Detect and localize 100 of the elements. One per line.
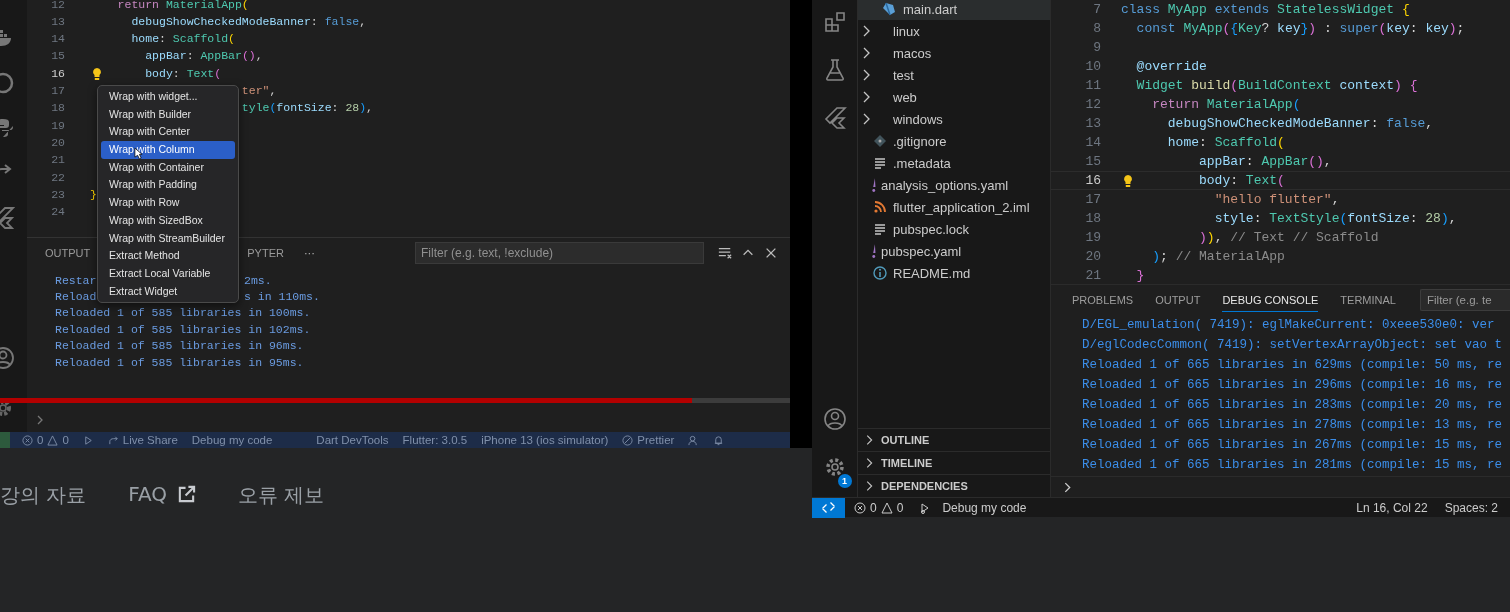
file-tree-item[interactable]: main.dart — [858, 0, 1050, 20]
menu-item[interactable]: Extract Widget — [101, 282, 235, 301]
file-tree-item[interactable]: web — [858, 86, 1050, 108]
device-selector[interactable]: iPhone 13 (ios simulator) — [481, 434, 609, 446]
live-share-button[interactable]: Live Share — [107, 434, 178, 446]
code-line: "hello flutter", — [1214, 192, 1340, 207]
line-number: 12 — [1084, 97, 1101, 112]
error-icon[interactable] — [854, 501, 866, 514]
chevron-right-icon — [35, 415, 45, 425]
output-line: Reloaded 1 of 665 libraries in 283ms (compile: 20 ms, re — [1082, 397, 1504, 414]
menu-item[interactable]: Wrap with Padding — [101, 176, 235, 195]
output-line: s in 110ms. — [244, 290, 320, 304]
file-tree-item[interactable]: windows — [858, 108, 1050, 130]
output-line: 2ms. — [244, 273, 272, 287]
menu-item[interactable]: Wrap with SizedBox — [101, 211, 235, 230]
external-link-icon[interactable] — [177, 485, 197, 504]
chevron-logo-icon[interactable] — [822, 106, 847, 130]
extensions-icon[interactable] — [822, 10, 847, 34]
line-number: 17 — [50, 84, 65, 98]
bell-icon[interactable] — [713, 434, 725, 446]
line-number: 21 — [1084, 268, 1101, 283]
line-number: 8 — [1092, 21, 1101, 36]
output-line: Reloaded 1 of 665 libraries in 281ms (compile: 15 ms, re — [1082, 457, 1504, 474]
panel-tab[interactable]: OUTPUT — [1155, 288, 1201, 312]
file-tree-item[interactable]: pubspec.yaml — [858, 240, 1050, 262]
rss-icon — [872, 199, 888, 215]
more-button[interactable]: ··· — [303, 247, 315, 259]
code-line: )), // Text // Scaffold — [1199, 230, 1379, 245]
menu-item[interactable]: Wrap with Column — [101, 141, 235, 159]
devtools-button[interactable]: Dart DevTools — [316, 434, 389, 446]
lightbulb-icon[interactable] — [91, 66, 103, 81]
panel-tab[interactable]: DEBUG CONSOLE — [1222, 288, 1319, 312]
file-icon — [881, 1, 897, 17]
panel-tab[interactable]: OUTPUT — [45, 247, 91, 259]
indentation-setting[interactable]: Spaces: 2 — [1444, 500, 1498, 515]
section-header[interactable]: OUTLINE — [858, 428, 1050, 451]
section-header[interactable]: TIMELINE — [858, 451, 1050, 474]
link[interactable]: FAQ — [128, 482, 168, 506]
menu-item[interactable]: Wrap with Builder — [101, 105, 235, 124]
code-line: class MyApp extends StatelessWidget { — [1121, 2, 1410, 17]
feedback-icon[interactable] — [688, 434, 700, 446]
prohibited-icon — [622, 434, 634, 446]
file-tree-item[interactable]: macos — [858, 42, 1050, 64]
warning-count[interactable]: 0 — [896, 500, 904, 515]
menu-item[interactable]: Wrap with widget... — [101, 88, 235, 106]
file-tree-item[interactable]: analysis_options.yaml — [858, 174, 1050, 196]
menu-item[interactable]: Extract Method — [101, 247, 235, 265]
chevron-right-icon — [1062, 481, 1073, 493]
line-number: 18 — [50, 101, 65, 115]
line-number: 15 — [50, 49, 65, 63]
account-icon[interactable] — [822, 407, 847, 431]
line-number: 16 — [50, 66, 65, 80]
link[interactable]: 오류 제보 — [238, 482, 325, 509]
file-tree-item[interactable]: README.md — [858, 262, 1050, 284]
output-line: Reloaded 1 of 585 libraries in 96ms. — [55, 339, 304, 353]
link[interactable]: 강의 자료 — [0, 482, 87, 509]
line-number: 13 — [50, 14, 65, 28]
output-line: Reloaded 1 of 665 libraries in 278ms (compile: 13 ms, re — [1082, 417, 1504, 434]
panel-tab[interactable]: TERMINAL — [1340, 288, 1396, 312]
error-count[interactable]: 0 — [870, 500, 877, 515]
remote-icon — [822, 502, 835, 513]
code-line: body: Text( — [1199, 173, 1285, 188]
error-count[interactable]: 0 — [37, 434, 44, 446]
menu-item[interactable]: Wrap with Row — [101, 194, 235, 212]
line-number: 7 — [1092, 2, 1101, 17]
menu-item[interactable]: Extract Local Variable — [101, 264, 235, 283]
file-tree-item[interactable]: linux — [858, 20, 1050, 42]
file-tree-item[interactable]: pubspec.lock — [858, 218, 1050, 240]
warning-count[interactable]: 0 — [62, 434, 69, 446]
output-line: Reload — [55, 290, 97, 304]
menu-item[interactable]: Wrap with StreamBuilder — [101, 229, 235, 248]
code-line: @override — [1136, 59, 1207, 74]
line-number: 14 — [50, 32, 65, 46]
output-line: Restar — [55, 273, 97, 287]
menu-item[interactable]: Wrap with Container — [101, 158, 235, 177]
menu-item[interactable]: Wrap with Center — [101, 123, 235, 142]
remote-button[interactable] — [812, 497, 845, 518]
warning-icon[interactable] — [880, 501, 893, 514]
file-tree-item[interactable]: test — [858, 64, 1050, 86]
panel-tab[interactable]: PROBLEMS — [1072, 288, 1134, 312]
prettier-button[interactable]: Prettier — [622, 434, 675, 446]
launch-config[interactable]: Debug my code — [942, 500, 1027, 515]
clear-list-icon[interactable] — [718, 246, 732, 260]
file-tree-item[interactable]: flutter_application_2.iml — [858, 196, 1050, 218]
code-line: home: Scaffold( — [1167, 135, 1285, 150]
launch-config[interactable]: Debug my code — [191, 434, 273, 446]
lightbulb-icon[interactable] — [1122, 174, 1134, 188]
close-icon[interactable] — [764, 246, 778, 260]
file-tree-item[interactable]: .gitignore — [858, 130, 1050, 152]
line-number: 18 — [1084, 211, 1101, 226]
code-line: body: Text( — [145, 66, 222, 80]
panel-tab[interactable]: PYTER — [247, 247, 284, 259]
code-line: return MaterialApp( — [1152, 97, 1301, 112]
cursor-position[interactable]: Ln 16, Col 22 — [1356, 500, 1428, 515]
filter-field[interactable]: Filter (e.g. te — [1420, 289, 1510, 311]
filter-field[interactable]: Filter (e.g. text, !exclude) — [415, 242, 704, 264]
line-number: 21 — [50, 153, 65, 167]
file-tree-item[interactable]: .metadata — [858, 152, 1050, 174]
sdk-version[interactable]: Flutter: 3.0.5 — [402, 434, 468, 446]
code-line: debugShowCheckedModeBanner: false, — [131, 14, 367, 28]
